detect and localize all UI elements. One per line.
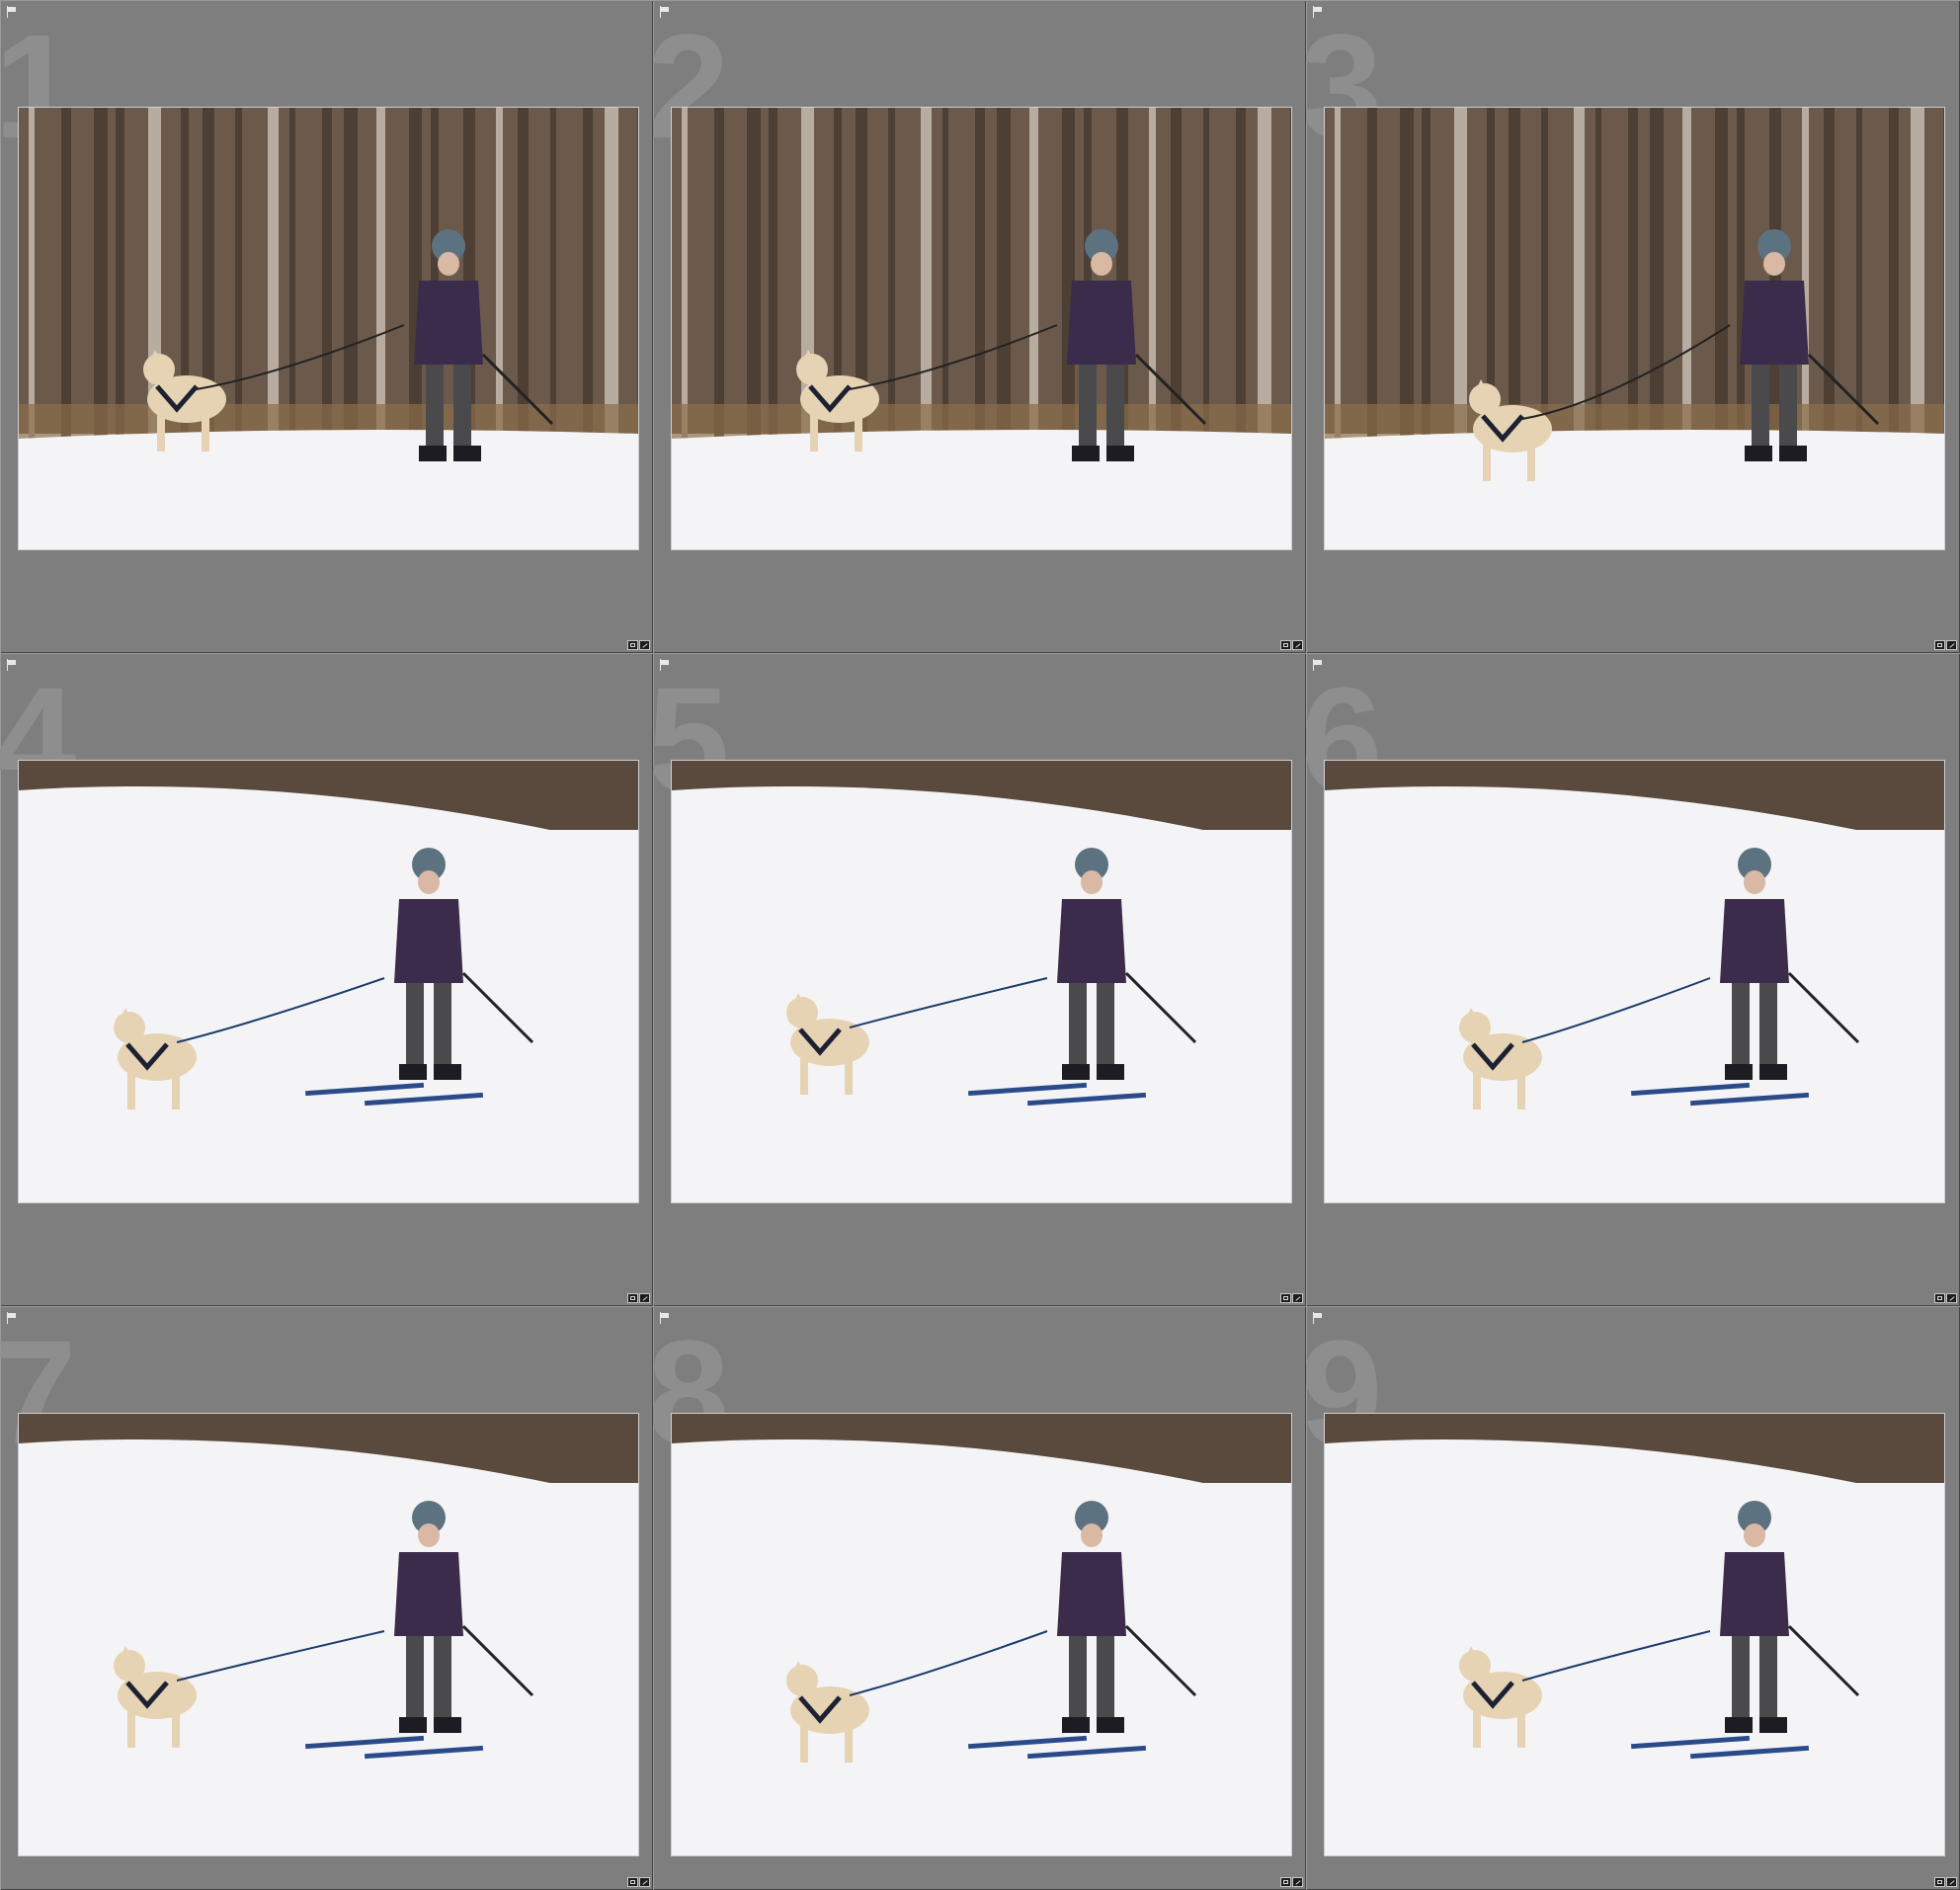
flag-icon[interactable]	[659, 659, 670, 671]
edit-badge-icon[interactable]	[1946, 1293, 1957, 1303]
badges	[1280, 1877, 1303, 1887]
flag-icon[interactable]	[6, 659, 17, 671]
badges	[1280, 1293, 1303, 1303]
crop-badge-icon[interactable]	[1934, 640, 1945, 650]
grid-cell-2[interactable]: 2	[653, 0, 1306, 653]
badges	[1934, 640, 1957, 650]
flag-icon[interactable]	[1312, 659, 1323, 671]
flag-icon[interactable]	[659, 6, 670, 18]
crop-badge-icon[interactable]	[1280, 1877, 1291, 1887]
crop-badge-icon[interactable]	[627, 1293, 638, 1303]
badges	[1280, 640, 1303, 650]
photo-grid: 1 2 3 4 5 6 7 8 9	[0, 0, 1960, 1890]
thumbnail-image[interactable]	[671, 760, 1292, 1203]
crop-badge-icon[interactable]	[627, 1877, 638, 1887]
flag-icon[interactable]	[1312, 6, 1323, 18]
edit-badge-icon[interactable]	[639, 640, 650, 650]
thumbnail-image[interactable]	[671, 107, 1292, 550]
grid-cell-7[interactable]: 7	[0, 1306, 653, 1890]
crop-badge-icon[interactable]	[1280, 1293, 1291, 1303]
flag-icon[interactable]	[6, 1312, 17, 1324]
badges	[1934, 1293, 1957, 1303]
crop-badge-icon[interactable]	[627, 640, 638, 650]
badges	[627, 1293, 650, 1303]
edit-badge-icon[interactable]	[1946, 640, 1957, 650]
thumbnail-image[interactable]	[1324, 1413, 1945, 1856]
badges	[627, 640, 650, 650]
crop-badge-icon[interactable]	[1934, 1293, 1945, 1303]
flag-icon[interactable]	[659, 1312, 670, 1324]
grid-cell-3[interactable]: 3	[1306, 0, 1960, 653]
thumbnail-image[interactable]	[18, 1413, 639, 1856]
grid-cell-5[interactable]: 5	[653, 653, 1306, 1306]
grid-cell-6[interactable]: 6	[1306, 653, 1960, 1306]
thumbnail-image[interactable]	[1324, 107, 1945, 550]
thumbnail-image[interactable]	[1324, 760, 1945, 1203]
thumbnail-image[interactable]	[671, 1413, 1292, 1856]
edit-badge-icon[interactable]	[1292, 1877, 1303, 1887]
edit-badge-icon[interactable]	[1292, 640, 1303, 650]
flag-icon[interactable]	[6, 6, 17, 18]
grid-cell-1[interactable]: 1	[0, 0, 653, 653]
thumbnail-image[interactable]	[18, 107, 639, 550]
badges	[627, 1877, 650, 1887]
crop-badge-icon[interactable]	[1934, 1877, 1945, 1887]
edit-badge-icon[interactable]	[639, 1293, 650, 1303]
flag-icon[interactable]	[1312, 1312, 1323, 1324]
badges	[1934, 1877, 1957, 1887]
grid-cell-8[interactable]: 8	[653, 1306, 1306, 1890]
edit-badge-icon[interactable]	[1946, 1877, 1957, 1887]
crop-badge-icon[interactable]	[1280, 640, 1291, 650]
edit-badge-icon[interactable]	[1292, 1293, 1303, 1303]
grid-cell-4[interactable]: 4	[0, 653, 653, 1306]
thumbnail-image[interactable]	[18, 760, 639, 1203]
edit-badge-icon[interactable]	[639, 1877, 650, 1887]
grid-cell-9[interactable]: 9	[1306, 1306, 1960, 1890]
